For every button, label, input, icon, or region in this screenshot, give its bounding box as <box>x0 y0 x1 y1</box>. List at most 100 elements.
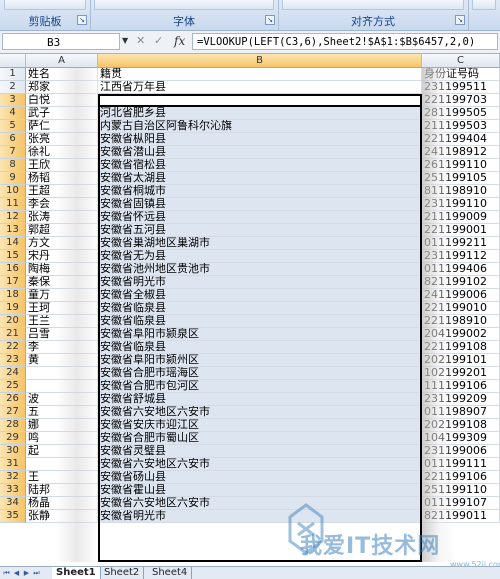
cell-b[interactable]: 安徽省临泉县 <box>98 302 422 315</box>
cell-b[interactable]: 安徽省安庆市迎江区 <box>98 419 422 432</box>
row-header[interactable]: 18 <box>0 289 26 302</box>
row-header[interactable]: 14 <box>0 237 26 250</box>
cell-b[interactable]: 安徽省全椒县 <box>98 289 422 302</box>
sheet-tab-sheet4[interactable]: Sheet4 <box>148 567 193 579</box>
dialog-launcher-icon[interactable]: ↘ <box>77 15 87 25</box>
cell-b[interactable]: 安徽省阜阳市颍泉区 <box>98 328 422 341</box>
cell-b[interactable]: 安徽省潜山县 <box>98 146 422 159</box>
insert-function-icon[interactable]: fx <box>174 34 185 48</box>
cell-b[interactable]: 安徽省临泉县 <box>98 341 422 354</box>
row-header[interactable]: 15 <box>0 250 26 263</box>
row-header[interactable]: 19 <box>0 302 26 315</box>
cell-b[interactable]: 安徽省阜阳市颍州区 <box>98 354 422 367</box>
row-header[interactable]: 27 <box>0 406 26 419</box>
redacted-names-blur <box>56 68 98 562</box>
enter-icon[interactable]: ✓ <box>154 34 163 47</box>
select-all-corner[interactable] <box>0 54 26 68</box>
cell-b[interactable]: 安徽省砀山县 <box>98 471 422 484</box>
cell-b[interactable]: 安徽省固镇县 <box>98 198 422 211</box>
cell-b[interactable]: 安徽省明光市 <box>98 276 422 289</box>
row-header[interactable]: 16 <box>0 263 26 276</box>
row-header[interactable]: 4 <box>0 107 26 120</box>
row-header[interactable]: 22 <box>0 341 26 354</box>
ribbon: 剪贴板 ↘ 字体 ↘ 对齐方式 ↘ <box>0 0 500 31</box>
sheet-tab-sheet2[interactable]: Sheet2 <box>100 567 145 579</box>
row-header[interactable]: 26 <box>0 393 26 406</box>
cell-b[interactable]: 江西省万年县 <box>98 81 422 94</box>
cell-b[interactable]: 安徽省宿松县 <box>98 159 422 172</box>
ribbon-group-label: 对齐方式 <box>351 15 395 28</box>
row-header[interactable]: 1 <box>0 68 26 81</box>
ribbon-button-strip[interactable] <box>282 0 464 10</box>
row-header[interactable]: 34 <box>0 497 26 510</box>
row-header[interactable]: 2 <box>0 81 26 94</box>
column-header-c[interactable]: C <box>422 54 500 68</box>
row-header[interactable]: 29 <box>0 432 26 445</box>
row-header[interactable]: 8 <box>0 159 26 172</box>
row-header[interactable]: 10 <box>0 185 26 198</box>
row-header[interactable]: 32 <box>0 471 26 484</box>
cell-b[interactable]: 籍贯 <box>98 68 422 81</box>
cell-b[interactable]: 安徽省舒城县 <box>98 393 422 406</box>
row-header[interactable]: 20 <box>0 315 26 328</box>
row-header[interactable]: 6 <box>0 133 26 146</box>
prev-sheet-icon[interactable]: ◀ <box>12 568 21 578</box>
row-header[interactable]: 35 <box>0 510 26 523</box>
cancel-icon[interactable]: ✕ <box>136 34 145 47</box>
ribbon-button-strip[interactable] <box>472 0 496 10</box>
row-header[interactable]: 11 <box>0 198 26 211</box>
watermark-text: 我爱IT技术网 <box>300 534 441 559</box>
cell-b[interactable]: 安徽省合肥市蜀山区 <box>98 432 422 445</box>
next-sheet-icon[interactable]: ▶ <box>22 568 31 578</box>
row-header[interactable]: 25 <box>0 380 26 393</box>
cell-b[interactable]: 安徽省六安地区六安市 <box>98 497 422 510</box>
ribbon-button-strip[interactable] <box>4 0 86 10</box>
first-sheet-icon[interactable]: ⏮ <box>2 568 11 578</box>
column-header-a[interactable]: A <box>26 54 98 68</box>
row-header[interactable]: 17 <box>0 276 26 289</box>
cell-b[interactable]: 安徽省临泉县 <box>98 315 422 328</box>
dialog-launcher-icon[interactable]: ↘ <box>265 15 275 25</box>
row-header[interactable]: 5 <box>0 120 26 133</box>
name-box-dropdown-icon[interactable]: ▼ <box>122 36 128 45</box>
row-header[interactable]: 30 <box>0 445 26 458</box>
formula-input[interactable]: =VLOOKUP(LEFT(C3,6),Sheet2!$A$1:$B$6457,… <box>192 33 498 50</box>
row-header[interactable]: 28 <box>0 419 26 432</box>
name-box[interactable]: B3 <box>2 33 120 50</box>
cell-b[interactable]: 安徽省桐城市 <box>98 185 422 198</box>
row-header[interactable]: 12 <box>0 211 26 224</box>
row-header[interactable]: 3 <box>0 94 26 107</box>
sheet-tab-sheet1[interactable]: Sheet1 <box>52 567 101 579</box>
row-header[interactable]: 31 <box>0 458 26 471</box>
cell-b[interactable]: 安徽省怀远县 <box>98 211 422 224</box>
cell-b[interactable]: 安徽省五河县 <box>98 224 422 237</box>
cell-b[interactable]: 安徽省灵璧县 <box>98 445 422 458</box>
cell-b[interactable]: 安徽省巢湖地区巢湖市 <box>98 237 422 250</box>
cell-b[interactable]: 陕西省凤翔县 <box>98 94 422 107</box>
cell-b[interactable]: 安徽省合肥市瑶海区 <box>98 367 422 380</box>
dialog-launcher-icon[interactable]: ↘ <box>455 15 465 25</box>
row-header[interactable]: 24 <box>0 367 26 380</box>
row-header[interactable]: 13 <box>0 224 26 237</box>
cell-b[interactable]: 安徽省合肥市包河区 <box>98 380 422 393</box>
cell-b[interactable]: 安徽省明光市 <box>98 510 422 523</box>
column-header-b[interactable]: B <box>98 54 422 68</box>
row-header[interactable]: 9 <box>0 172 26 185</box>
cell-b[interactable]: 安徽省无为县 <box>98 250 422 263</box>
cell-b[interactable]: 安徽省六安地区六安市 <box>98 458 422 471</box>
cell-b[interactable]: 河北省肥乡县 <box>98 107 422 120</box>
last-sheet-icon[interactable]: ⏭ <box>32 568 41 578</box>
row-header[interactable]: 23 <box>0 354 26 367</box>
ribbon-group-2: 对齐方式 ↘ <box>278 0 469 30</box>
cell-b[interactable]: 内蒙古自治区阿鲁科尔沁旗 <box>98 120 422 133</box>
sheet-tab-bar: ⏮ ◀ ▶ ⏭ Sheet1 Sheet2 Sheet4 <box>0 566 500 579</box>
cell-b[interactable]: 安徽省六安地区六安市 <box>98 406 422 419</box>
row-header[interactable]: 7 <box>0 146 26 159</box>
ribbon-button-strip[interactable] <box>94 0 274 10</box>
row-header[interactable]: 33 <box>0 484 26 497</box>
cell-b[interactable]: 安徽省枞阳县 <box>98 133 422 146</box>
cell-b[interactable]: 安徽省霍山县 <box>98 484 422 497</box>
cell-b[interactable]: 安徽省太湖县 <box>98 172 422 185</box>
row-header[interactable]: 21 <box>0 328 26 341</box>
cell-b[interactable]: 安徽省池州地区贵池市 <box>98 263 422 276</box>
